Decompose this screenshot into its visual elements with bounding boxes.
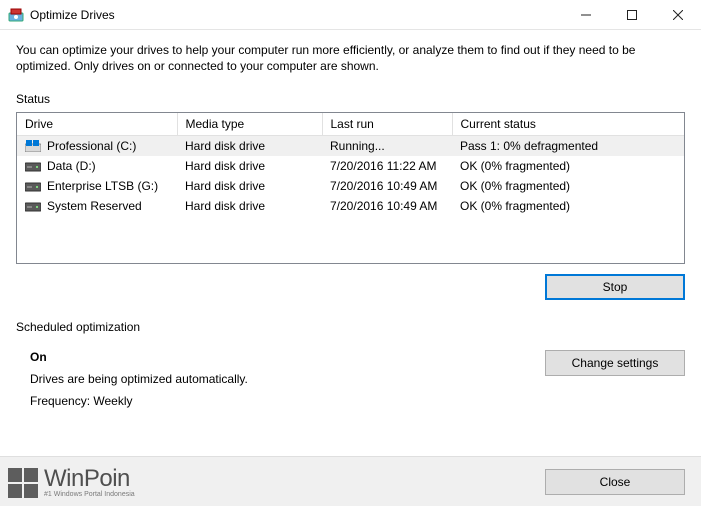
drive-last-run: Running... xyxy=(322,136,452,157)
drive-media: Hard disk drive xyxy=(177,136,322,157)
drive-media: Hard disk drive xyxy=(177,176,322,196)
maximize-button[interactable] xyxy=(609,0,655,29)
drive-status: OK (0% fragmented) xyxy=(452,156,684,176)
col-status[interactable]: Current status xyxy=(452,113,684,136)
close-button[interactable] xyxy=(655,0,701,29)
drive-media: Hard disk drive xyxy=(177,156,322,176)
col-last[interactable]: Last run xyxy=(322,113,452,136)
drive-hdd-icon xyxy=(25,160,41,172)
drive-status: Pass 1: 0% defragmented xyxy=(452,136,684,157)
col-drive[interactable]: Drive xyxy=(17,113,177,136)
drive-name: Data (D:) xyxy=(47,159,96,173)
table-row[interactable]: Enterprise LTSB (G:) Hard disk drive7/20/… xyxy=(17,176,684,196)
window-title: Optimize Drives xyxy=(30,8,563,22)
drive-hdd-icon xyxy=(25,180,41,192)
scheduled-freq: Frequency: Weekly xyxy=(30,394,545,408)
scheduled-section: Scheduled optimization On Drives are bei… xyxy=(16,320,685,416)
drive-windows-icon xyxy=(25,140,41,152)
table-row[interactable]: System Reserved Hard disk drive7/20/2016 … xyxy=(17,196,684,216)
close-dialog-button[interactable]: Close xyxy=(545,469,685,495)
bottom-bar: Close xyxy=(0,456,701,506)
scheduled-status: On xyxy=(30,350,545,364)
table-row[interactable]: Professional (C:) Hard disk driveRunning.… xyxy=(17,136,684,157)
drive-media: Hard disk drive xyxy=(177,196,322,216)
window-controls xyxy=(563,0,701,29)
drive-hdd-icon xyxy=(25,200,41,212)
scheduled-desc: Drives are being optimized automatically… xyxy=(30,372,545,386)
drive-last-run: 7/20/2016 11:22 AM xyxy=(322,156,452,176)
col-media[interactable]: Media type xyxy=(177,113,322,136)
drive-last-run: 7/20/2016 10:49 AM xyxy=(322,196,452,216)
description-text: You can optimize your drives to help you… xyxy=(16,42,685,74)
table-row[interactable]: Data (D:) Hard disk drive7/20/2016 11:22 … xyxy=(17,156,684,176)
titlebar: Optimize Drives xyxy=(0,0,701,30)
drive-last-run: 7/20/2016 10:49 AM xyxy=(322,176,452,196)
table-header: Drive Media type Last run Current status xyxy=(17,113,684,136)
drive-name: Enterprise LTSB (G:) xyxy=(47,179,158,193)
change-settings-button[interactable]: Change settings xyxy=(545,350,685,376)
drive-name: System Reserved xyxy=(47,199,142,213)
stop-button[interactable]: Stop xyxy=(545,274,685,300)
drive-status: OK (0% fragmented) xyxy=(452,196,684,216)
drive-name: Professional (C:) xyxy=(47,139,136,153)
content-area: You can optimize your drives to help you… xyxy=(0,30,701,416)
drive-list[interactable]: Drive Media type Last run Current status… xyxy=(16,112,685,264)
status-buttons: Stop xyxy=(16,274,685,300)
scheduled-label: Scheduled optimization xyxy=(16,320,685,334)
minimize-button[interactable] xyxy=(563,0,609,29)
app-icon xyxy=(8,7,24,23)
drive-status: OK (0% fragmented) xyxy=(452,176,684,196)
status-label: Status xyxy=(16,92,685,106)
